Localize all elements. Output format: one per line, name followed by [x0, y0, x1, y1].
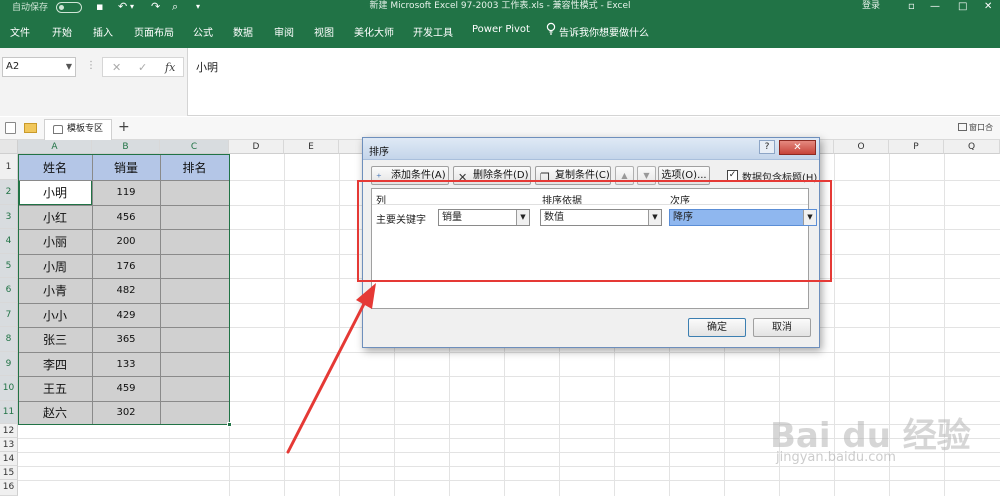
tab-review[interactable]: 审阅: [274, 24, 294, 39]
close-dialog-button[interactable]: ✕: [779, 140, 816, 155]
tab-formulas[interactable]: 公式: [193, 24, 213, 39]
selection-border: [18, 154, 230, 425]
row-header[interactable]: 1: [0, 154, 18, 180]
tab-home[interactable]: 开始: [52, 24, 72, 39]
row-header[interactable]: 7: [0, 303, 18, 327]
window-icon: [958, 123, 967, 131]
watermark-url: jingyan.baidu.com: [776, 450, 896, 465]
tab-view[interactable]: 视图: [314, 24, 334, 39]
formula-input[interactable]: 小明: [196, 59, 218, 75]
ribbon-tab-bar: 文件 开始 插入 页面布局 公式 数据 审阅 视图 美化大师 开发工具 Powe…: [0, 15, 1000, 48]
tab-power-pivot[interactable]: Power Pivot: [472, 24, 530, 35]
formula-buttons: ✕ ✓ fx: [102, 57, 184, 77]
row-header[interactable]: 2: [0, 180, 18, 205]
tab-beautify[interactable]: 美化大师: [354, 24, 394, 39]
maximize-icon[interactable]: □: [958, 0, 967, 13]
tab-template-zone-label: 模板专区: [67, 124, 104, 134]
row-header[interactable]: 11: [0, 401, 18, 424]
column-header[interactable]: B: [92, 140, 160, 154]
row-header[interactable]: 4: [0, 229, 18, 254]
column-header[interactable]: A: [18, 140, 92, 154]
more-handle-icon: ⋮: [86, 60, 96, 71]
window-title: 新建 Microsoft Excel 97-2003 工作表.xls - 兼容性…: [369, 1, 631, 11]
tab-developer[interactable]: 开发工具: [413, 24, 453, 39]
tab-template-zone[interactable]: 模板专区: [44, 119, 112, 140]
row-header[interactable]: 3: [0, 205, 18, 229]
tab-data[interactable]: 数据: [233, 24, 253, 39]
annotation-highlight-box: [357, 180, 832, 282]
window-merge-button[interactable]: 窗口合: [958, 122, 993, 133]
lightbulb-icon: [546, 22, 556, 35]
open-folder-icon[interactable]: [24, 123, 37, 133]
home-icon: [53, 125, 63, 134]
sort-dialog-titlebar[interactable]: 排序 ? ✕: [363, 138, 819, 160]
window-merge-label: 窗口合: [969, 123, 993, 132]
row-header[interactable]: 8: [0, 327, 18, 352]
cancel-formula-icon[interactable]: ✕: [112, 61, 121, 74]
baidu-watermark: Bai du 经验 jingyan.baidu.com: [770, 388, 1000, 496]
column-header[interactable]: C: [160, 140, 229, 154]
row-header[interactable]: 12: [0, 424, 18, 438]
tab-file[interactable]: 文件: [10, 24, 30, 39]
confirm-formula-icon[interactable]: ✓: [138, 61, 147, 74]
sort-dialog-title: 排序: [369, 147, 389, 158]
ok-button[interactable]: 确定: [688, 318, 746, 337]
insert-function-icon[interactable]: fx: [165, 61, 175, 74]
row-header[interactable]: 15: [0, 466, 18, 480]
new-tab-button[interactable]: +: [118, 119, 130, 135]
close-window-icon[interactable]: ✕: [984, 0, 992, 13]
column-header[interactable]: D: [229, 140, 284, 154]
name-box-dropdown-icon[interactable]: ▼: [66, 58, 72, 76]
select-all-corner[interactable]: [0, 140, 18, 154]
column-header[interactable]: O: [834, 140, 889, 154]
column-header[interactable]: Q: [944, 140, 1000, 154]
tell-me-search[interactable]: 告诉我你想要做什么: [559, 24, 649, 39]
minimize-icon[interactable]: —: [930, 0, 940, 13]
new-document-icon[interactable]: [5, 122, 16, 134]
tab-insert[interactable]: 插入: [93, 24, 113, 39]
row-header[interactable]: 13: [0, 438, 18, 452]
row-header[interactable]: 16: [0, 480, 18, 496]
row-header[interactable]: 10: [0, 376, 18, 401]
row-header[interactable]: 14: [0, 452, 18, 466]
cancel-button[interactable]: 取消: [753, 318, 811, 337]
row-header[interactable]: 9: [0, 352, 18, 376]
formula-bar: A2 ▼ ⋮ ✕ ✓ fx 小明: [0, 48, 1000, 116]
title-bar: 自动保存 ▪ ↶ ▾ ↷ ⌕ ▾ 新建 Microsoft Excel 97-2…: [0, 0, 1000, 15]
ribbon-display-icon[interactable]: ▫: [908, 0, 915, 13]
column-header[interactable]: P: [889, 140, 944, 154]
help-button[interactable]: ?: [759, 140, 775, 154]
column-header[interactable]: E: [284, 140, 339, 154]
name-box[interactable]: A2 ▼: [2, 57, 76, 77]
name-box-value: A2: [6, 61, 20, 72]
row-header[interactable]: 5: [0, 254, 18, 278]
tab-page-layout[interactable]: 页面布局: [134, 24, 174, 39]
fill-handle[interactable]: [227, 422, 232, 427]
login-link[interactable]: 登录: [862, 0, 880, 13]
row-header[interactable]: 6: [0, 278, 18, 303]
